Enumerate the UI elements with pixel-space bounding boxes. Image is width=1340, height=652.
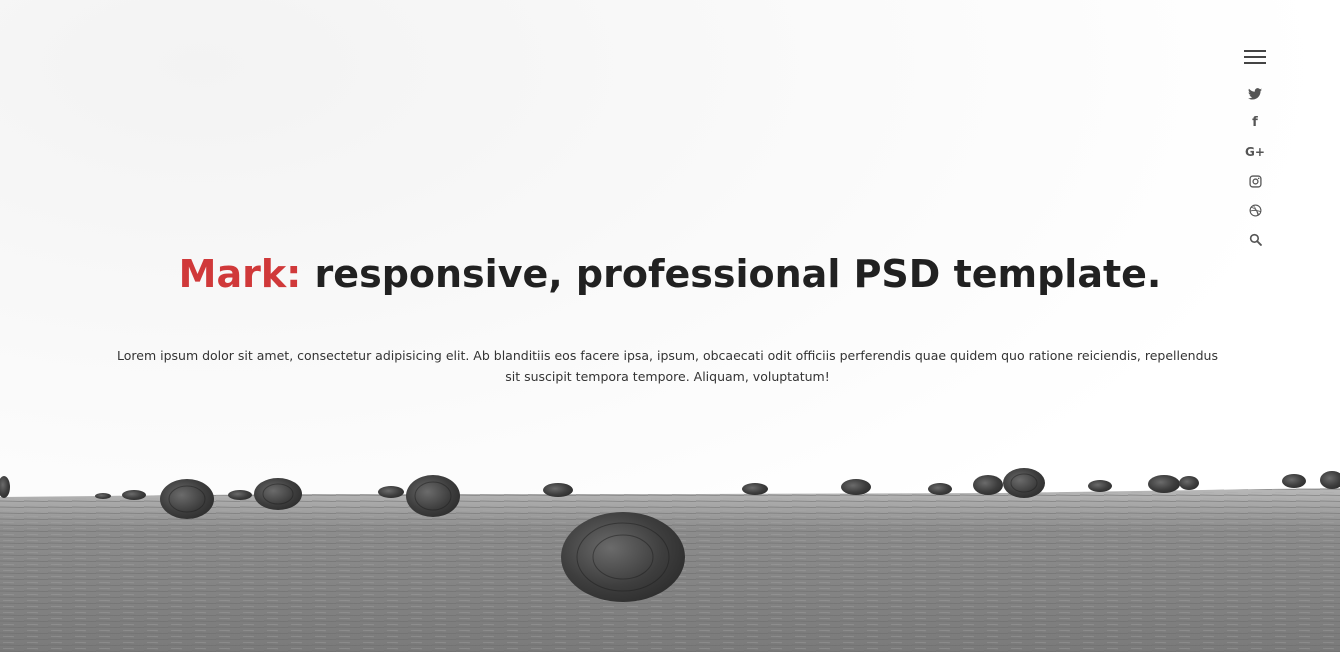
headline-tagline: responsive, professional PSD template.	[301, 252, 1162, 296]
facebook-icon[interactable]: f	[1246, 115, 1264, 131]
twitter-icon[interactable]	[1246, 86, 1264, 102]
search-icon[interactable]	[1246, 231, 1264, 247]
hamburger-icon[interactable]	[1243, 46, 1267, 68]
instagram-icon[interactable]	[1246, 173, 1264, 189]
hero-headline: Mark: responsive, professional PSD templ…	[0, 248, 1340, 300]
hero-description: Lorem ipsum dolor sit amet, consectetur …	[117, 348, 1218, 384]
hay-field-background-image	[0, 468, 1340, 652]
side-navigation: f G+	[1233, 46, 1277, 247]
social-icons: f G+	[1245, 86, 1265, 247]
google-plus-icon[interactable]: G+	[1245, 144, 1265, 160]
dribbble-icon[interactable]	[1246, 202, 1264, 218]
brand-name: Mark:	[178, 252, 302, 296]
hero-section: Mark: responsive, professional PSD templ…	[0, 248, 1340, 300]
